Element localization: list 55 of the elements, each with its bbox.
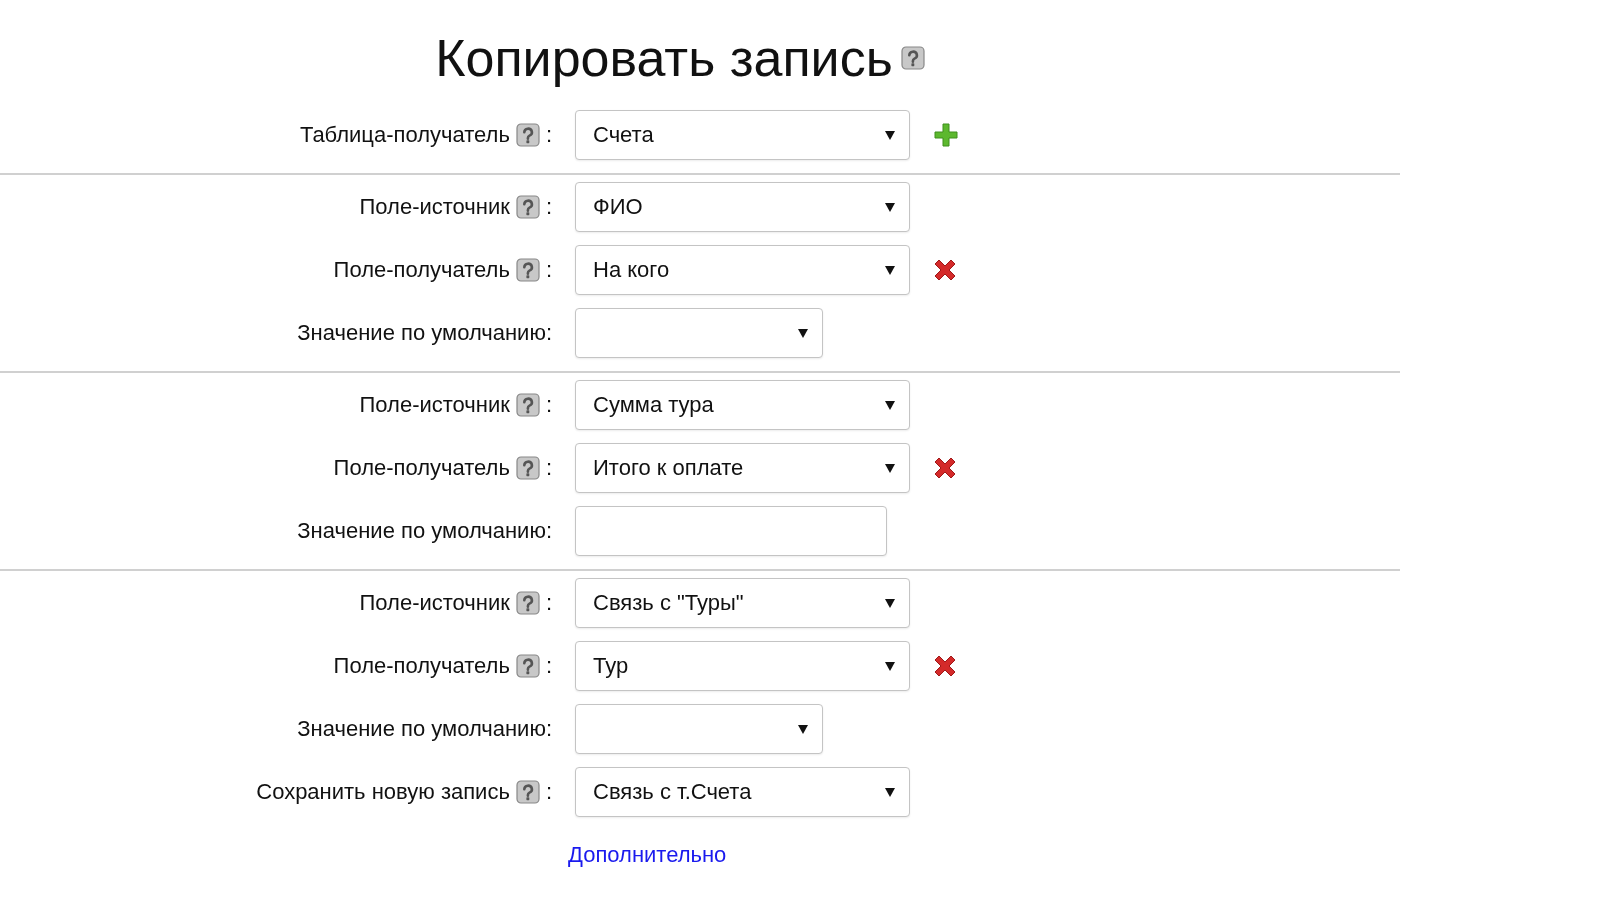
caret-icon	[885, 598, 895, 608]
dialog-title: Копировать запись	[435, 28, 893, 88]
select-field[interactable]: На кого	[575, 245, 910, 295]
help-icon[interactable]	[900, 46, 925, 70]
help-icon[interactable]	[515, 654, 540, 678]
select-field[interactable]: ФИО	[575, 182, 910, 232]
field-label: Поле-получатель	[333, 653, 510, 679]
select-field[interactable]: Итого к оплате	[575, 443, 910, 493]
field-label: Значение по умолчанию:	[297, 716, 552, 742]
caret-icon	[885, 202, 895, 212]
colon: :	[545, 257, 552, 283]
help-icon[interactable]	[515, 123, 540, 147]
field-label: Поле-получатель	[333, 257, 510, 283]
field-label: Поле-источник	[359, 194, 510, 220]
help-icon[interactable]	[515, 195, 540, 219]
plus-icon[interactable]	[933, 122, 959, 148]
help-icon[interactable]	[515, 591, 540, 615]
delete-icon[interactable]	[933, 654, 957, 678]
select-field[interactable]	[575, 308, 823, 358]
select-field[interactable]: Связь с "Туры"	[575, 578, 910, 628]
caret-icon	[885, 463, 895, 473]
field-label: Поле-получатель	[333, 455, 510, 481]
help-icon[interactable]	[515, 456, 540, 480]
colon: :	[545, 455, 552, 481]
field-label: Поле-источник	[359, 392, 510, 418]
caret-icon	[885, 787, 895, 797]
select-field[interactable]: Связь с т.Счета	[575, 767, 910, 817]
select-field[interactable]: Тур	[575, 641, 910, 691]
colon: :	[545, 779, 552, 805]
more-link[interactable]: Дополнительно	[568, 830, 727, 880]
help-icon[interactable]	[515, 393, 540, 417]
field-label: Поле-источник	[359, 590, 510, 616]
input-field[interactable]	[575, 506, 887, 556]
caret-icon	[798, 724, 808, 734]
delete-icon[interactable]	[933, 456, 957, 480]
select-field[interactable]	[575, 704, 823, 754]
help-icon[interactable]	[515, 780, 540, 804]
colon: :	[545, 653, 552, 679]
colon: :	[545, 392, 552, 418]
caret-icon	[885, 400, 895, 410]
field-label: Таблица-получатель	[299, 122, 510, 148]
caret-icon	[885, 661, 895, 671]
field-label: Значение по умолчанию:	[297, 320, 552, 346]
caret-icon	[885, 265, 895, 275]
colon: :	[545, 194, 552, 220]
colon: :	[545, 590, 552, 616]
caret-icon	[798, 328, 808, 338]
select-field[interactable]: Сумма тура	[575, 380, 910, 430]
field-label: Сохранить новую запись	[256, 779, 510, 805]
caret-icon	[885, 130, 895, 140]
field-label: Значение по умолчанию:	[297, 518, 552, 544]
colon: :	[545, 122, 552, 148]
delete-icon[interactable]	[933, 258, 957, 282]
select-field[interactable]: Счета	[575, 110, 910, 160]
help-icon[interactable]	[515, 258, 540, 282]
